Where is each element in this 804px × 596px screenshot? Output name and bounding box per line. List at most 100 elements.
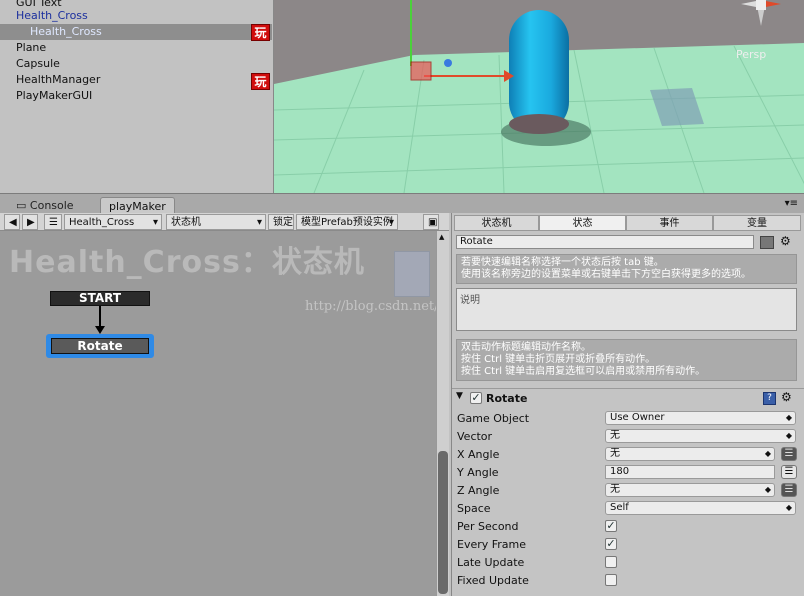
prop-label: Late Update (457, 556, 525, 569)
tab-console-label: Console (29, 199, 74, 212)
dropdown-arrow-icon: ▾ (388, 217, 394, 228)
x-angle-select[interactable]: 无 ◆ (605, 447, 775, 461)
console-icon: ▭ (16, 199, 27, 212)
variable-toggle-icon[interactable]: ☰ (781, 483, 797, 497)
list-icon[interactable]: ☰ (44, 214, 62, 230)
tab-fsm[interactable]: 状态机 (454, 215, 539, 231)
every-frame-checkbox[interactable]: ✓ (605, 538, 617, 550)
prop-x-angle: X Angle 无 ◆ ☰ (457, 447, 797, 465)
tab-events[interactable]: 事件 (626, 215, 713, 231)
settings-icon[interactable]: ▣ (423, 214, 439, 230)
hint-line: 双击动作标题编辑动作名称。 (461, 342, 591, 353)
tab-playmaker-label: playMaker (109, 200, 166, 213)
help-icon[interactable]: ? (763, 392, 776, 405)
gear-icon[interactable]: ⚙ (780, 234, 791, 248)
fsm-object-select-value: Health_Cross (69, 217, 135, 228)
scroll-up-icon[interactable]: ▲ (439, 233, 448, 242)
vector-select[interactable]: 无 ◆ (605, 429, 796, 443)
tab-console[interactable]: ▭ Console (8, 197, 82, 214)
fsm-inspector: 状态机 状态 事件 变量 Rotate ⚙ 若要快速编辑名称选择一个状态后按 t… (451, 213, 804, 596)
hierarchy-item-plane[interactable]: Plane (0, 40, 272, 56)
action-title: Rotate (486, 392, 528, 405)
state-rotate[interactable]: Rotate (46, 334, 154, 358)
fsm-name-select-value: 状态机 (171, 217, 201, 228)
select-value: 无 (610, 448, 620, 459)
select-value: Self (610, 502, 629, 513)
scroll-thumb[interactable] (438, 451, 448, 594)
tab-state[interactable]: 状态 (539, 215, 626, 231)
per-second-checkbox[interactable]: ✓ (605, 520, 617, 532)
variable-toggle-icon[interactable]: ☰ (781, 465, 797, 479)
tab-variables[interactable]: 变量 (713, 215, 801, 231)
prefab-select-value: 模型Prefab预设实例 (301, 217, 393, 228)
hint-box-state: 若要快速编辑名称选择一个状态后按 tab 键。 使用该名称旁边的设置菜单或右键单… (456, 254, 797, 284)
prop-fixed-update: Fixed Update (457, 573, 797, 591)
prop-label: X Angle (457, 448, 500, 461)
playmaker-badge-icon[interactable]: 玩 (251, 24, 270, 41)
dropdown-arrow-icon: ▾ (256, 217, 262, 228)
prop-label: Fixed Update (457, 574, 529, 587)
prop-late-update: Late Update (457, 555, 797, 573)
editor-tab-bar: ▭ Console playMaker ▾≡ (0, 193, 804, 214)
state-color-swatch[interactable] (760, 236, 774, 249)
watermark-text: http://blog.csdn.net/ (305, 299, 439, 314)
persp-label[interactable]: Persp (736, 48, 766, 61)
fsm-toolbar: ◀ ▶ ☰ Health_Cross ▾ 状态机 ▾ 锁定 模型Prefab预设… (0, 213, 449, 231)
hint-box-actions: 双击动作标题编辑动作名称。 按住 Ctrl 键单击折页展开或折叠所有动作。 按住… (456, 339, 797, 381)
state-name-input[interactable]: Rotate (456, 235, 754, 249)
hierarchy-item-label: Capsule (16, 57, 60, 70)
hierarchy-item-healthmanager[interactable]: HealthManager (0, 72, 272, 88)
scene-view[interactable]: Persp (273, 0, 804, 193)
prop-game-object: Game Object Use Owner ◆ (457, 411, 797, 429)
action-enabled-checkbox[interactable]: ✓ (470, 392, 482, 404)
action-header[interactable]: ▼ ✓ Rotate ? ⚙ (452, 388, 804, 408)
panel-menu-icon[interactable]: ▾≡ (785, 198, 798, 209)
prop-label: Space (457, 502, 491, 515)
hierarchy-item-health-cross-child[interactable]: Health_Cross (0, 24, 272, 40)
lock-button[interactable]: 锁定 (268, 214, 294, 230)
updown-arrow-icon: ◆ (785, 413, 792, 422)
y-angle-input[interactable]: 180 (605, 465, 775, 479)
gear-icon[interactable]: ⚙ (781, 390, 792, 404)
fsm-graph-view[interactable]: Health_Cross：状态机 http://blog.csdn.net/ S… (0, 231, 449, 596)
state-start[interactable]: START (50, 291, 150, 306)
select-value: Use Owner (610, 412, 665, 423)
fsm-object-select[interactable]: Health_Cross ▾ (64, 214, 162, 230)
late-update-checkbox[interactable] (605, 556, 617, 568)
updown-arrow-icon: ◆ (785, 503, 792, 512)
hierarchy-item-playmakergui[interactable]: PlayMakerGUI (0, 88, 272, 104)
prop-every-frame: Every Frame ✓ (457, 537, 797, 555)
updown-arrow-icon: ◆ (764, 485, 771, 494)
scene-render: Persp (274, 0, 804, 193)
prop-label: Game Object (457, 412, 530, 425)
graph-scrollbar[interactable]: ▲ (436, 231, 449, 596)
space-select[interactable]: Self ◆ (605, 501, 796, 515)
variable-toggle-icon[interactable]: ☰ (781, 447, 797, 461)
input-value: 180 (610, 466, 630, 477)
game-object-select[interactable]: Use Owner ◆ (605, 411, 796, 425)
hierarchy-item-capsule[interactable]: Capsule (0, 56, 272, 72)
prop-space: Space Self ◆ (457, 501, 797, 519)
prop-label: Vector (457, 430, 493, 443)
transition-arrow (95, 306, 105, 334)
fixed-update-checkbox[interactable] (605, 574, 617, 586)
hierarchy-panel: GUI Text Health_Cross Health_Cross 玩 Pla… (0, 0, 272, 193)
hierarchy-item-health-cross-parent[interactable]: Health_Cross (0, 8, 272, 24)
hierarchy-item-label: Health_Cross (30, 25, 102, 38)
back-arrow-icon[interactable]: ◀ (4, 214, 20, 230)
hint-line: 按住 Ctrl 键单击启用复选框可以启用或禁用所有动作。 (461, 366, 706, 377)
tab-playmaker[interactable]: playMaker (100, 197, 175, 214)
prop-y-angle: Y Angle 180 ☰ (457, 465, 797, 483)
prop-label: Y Angle (457, 466, 499, 479)
hierarchy-item-label: HealthManager (16, 73, 101, 86)
fsm-name-select[interactable]: 状态机 ▾ (166, 214, 266, 230)
select-value: 无 (610, 484, 620, 495)
prefab-select[interactable]: 模型Prefab预设实例 ▾ (296, 214, 398, 230)
graph-title: Health_Cross：状态机 (9, 245, 365, 280)
description-field[interactable]: 说明 (456, 288, 797, 331)
prop-vector: Vector 无 ◆ (457, 429, 797, 447)
state-rotate-label: Rotate (51, 338, 149, 354)
foldout-icon[interactable]: ▼ (456, 391, 463, 401)
z-angle-select[interactable]: 无 ◆ (605, 483, 775, 497)
forward-arrow-icon[interactable]: ▶ (22, 214, 38, 230)
